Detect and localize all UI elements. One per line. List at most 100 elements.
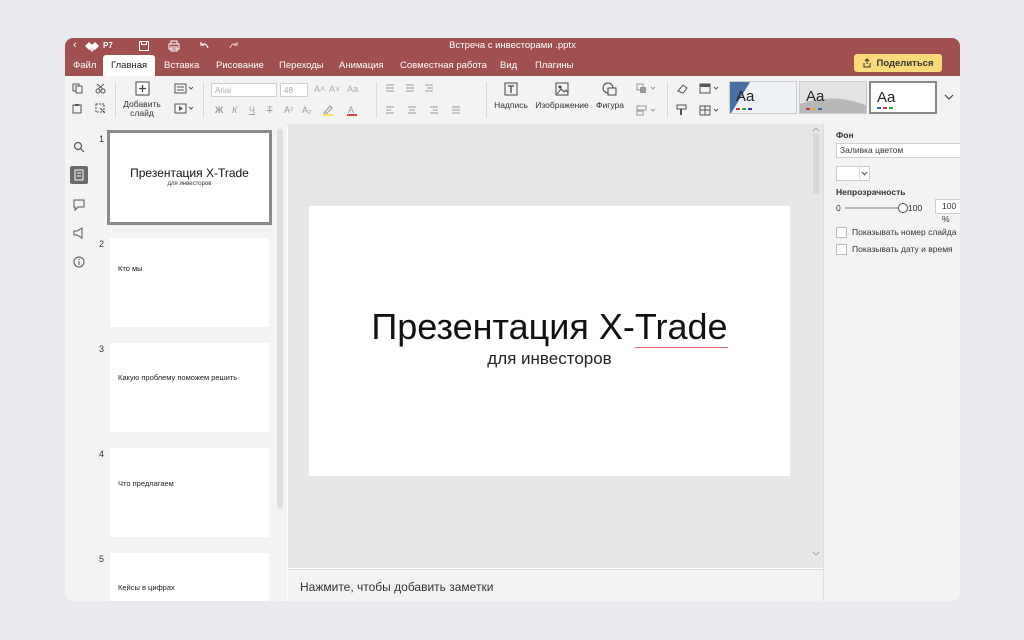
tab-insert[interactable]: Вставка xyxy=(156,55,207,76)
show-slide-number-checkbox[interactable] xyxy=(836,227,847,238)
document-title: Встреча с инвесторами .pptx xyxy=(449,40,576,51)
slide-title[interactable]: Презентация X-Trade xyxy=(309,306,790,348)
bold-button[interactable]: Ж xyxy=(215,105,223,115)
share-label: Поделиться xyxy=(876,57,934,69)
subscript-button[interactable]: A₂ xyxy=(302,105,312,115)
shape-label[interactable]: Фигура xyxy=(589,101,631,110)
tab-view[interactable]: Вид xyxy=(492,55,525,76)
share-icon xyxy=(863,58,871,68)
thumb-text: Какую проблему поможем решить xyxy=(118,373,238,382)
theme-3[interactable]: Aa xyxy=(869,81,937,114)
slide-thumb-1[interactable]: Презентация X-Trade для инвесторов xyxy=(107,130,272,225)
thumbnails-scrollbar[interactable] xyxy=(277,129,283,509)
opacity-input[interactable]: 100 % xyxy=(935,199,960,224)
underline-button[interactable]: Ч xyxy=(249,105,255,115)
font-size-select[interactable]: 48 xyxy=(280,83,308,97)
slide-thumb-4[interactable]: Что предлагаем xyxy=(110,448,269,537)
slide-title-part2: Trade xyxy=(634,306,728,348)
slide-thumb-5[interactable]: Кейсы в цифрах xyxy=(110,553,269,601)
show-date-time-label: Показывать дату и время xyxy=(852,244,953,254)
notes-placeholder: Нажмите, чтобы добавить заметки xyxy=(300,580,494,594)
slide-number: 2 xyxy=(99,239,105,249)
add-slide-icon[interactable] xyxy=(135,81,150,96)
image-icon[interactable] xyxy=(555,82,569,96)
current-slide[interactable]: Презентация X-Trade для инвесторов xyxy=(309,206,790,476)
superscript-button[interactable]: A² xyxy=(284,105,293,115)
announcement-icon[interactable] xyxy=(70,224,88,242)
info-icon[interactable] xyxy=(70,253,88,271)
opacity-slider-handle[interactable] xyxy=(898,203,908,213)
background-header: Фон xyxy=(836,130,854,140)
copy-icon[interactable] xyxy=(72,83,83,94)
theme-2[interactable]: Aa xyxy=(799,81,867,114)
slide-size-icon[interactable] xyxy=(699,83,721,94)
highlight-icon[interactable] xyxy=(322,104,334,116)
slide-thumb-2[interactable]: Кто мы xyxy=(110,238,269,327)
tab-file[interactable]: Файл xyxy=(65,55,104,76)
title-bar: ‹ Р7 Встреча с инвесторами .pptx xyxy=(65,38,960,55)
chevron-down-icon xyxy=(861,171,868,176)
decrease-font-icon[interactable]: A˅ xyxy=(329,84,340,94)
text-box-label[interactable]: Надпись xyxy=(488,101,534,110)
cut-icon[interactable] xyxy=(95,83,106,94)
theme-3-label: Aa xyxy=(877,89,896,106)
shape-icon[interactable] xyxy=(602,82,617,96)
opacity-header: Непрозрачность xyxy=(836,187,906,197)
tab-home[interactable]: Главная xyxy=(103,55,156,76)
font-name-select[interactable]: Arial xyxy=(211,83,277,97)
theme-1-label: Aa xyxy=(736,88,755,105)
comments-icon[interactable] xyxy=(70,196,88,214)
app-window: ‹ Р7 Встреча с инвесторами .pptx Файл Гл xyxy=(65,38,960,601)
tab-collaboration[interactable]: Совместная работа xyxy=(392,55,495,76)
clear-style-icon[interactable] xyxy=(676,83,688,94)
slide-thumbnails: 1 Презентация X-Trade для инвесторов 2 К… xyxy=(93,124,287,601)
list-controls-icon[interactable] xyxy=(385,83,441,94)
tab-draw[interactable]: Рисование xyxy=(208,55,272,76)
format-painter-icon[interactable] xyxy=(676,104,688,116)
search-icon[interactable] xyxy=(70,138,88,156)
add-slide-label[interactable]: Добавить слайд xyxy=(121,100,163,118)
thumb-subtitle: для инвесторов xyxy=(167,181,212,187)
canvas-scrollbar[interactable] xyxy=(812,128,820,558)
show-slide-number-label: Показывать номер слайда xyxy=(852,227,957,237)
thumb-text: Кто мы xyxy=(118,264,143,273)
thumb-text: Что предлагаем xyxy=(118,479,174,488)
slides-panel-icon[interactable] xyxy=(70,166,88,184)
image-label[interactable]: Изображение xyxy=(533,101,591,110)
layout-icon[interactable] xyxy=(174,83,194,94)
svg-text:A: A xyxy=(348,105,354,115)
slide-settings-icon[interactable] xyxy=(699,105,721,116)
strikethrough-button[interactable]: Т xyxy=(267,105,273,115)
tab-animation[interactable]: Анимация xyxy=(331,55,392,76)
italic-button[interactable]: К xyxy=(232,105,237,115)
theme-2-label: Aa xyxy=(806,88,825,105)
opacity-slider-track[interactable] xyxy=(845,207,902,209)
arrange-icon[interactable] xyxy=(636,83,658,94)
fill-type-select[interactable]: Заливка цветом xyxy=(836,143,960,158)
text-box-icon[interactable] xyxy=(504,82,518,96)
tab-plugins[interactable]: Плагины xyxy=(527,55,582,76)
align-objects-icon[interactable] xyxy=(636,105,658,116)
thumb-title: Презентация X-Trade xyxy=(130,166,249,180)
slide-number: 5 xyxy=(99,554,105,564)
slideshow-icon[interactable] xyxy=(174,103,194,114)
change-case-button[interactable]: Aa xyxy=(347,84,358,94)
fill-color-picker[interactable] xyxy=(836,166,870,181)
tab-transitions[interactable]: Переходы xyxy=(271,55,332,76)
show-date-time-checkbox[interactable] xyxy=(836,244,847,255)
increase-font-icon[interactable]: A˄ xyxy=(314,84,325,94)
theme-1[interactable]: Aa xyxy=(729,81,797,114)
slide-number: 3 xyxy=(99,344,105,354)
align-controls-icon[interactable] xyxy=(385,105,475,116)
font-color-icon[interactable]: A xyxy=(346,104,358,116)
slide-subtitle[interactable]: для инвесторов xyxy=(309,349,790,369)
slide-settings-panel: Фон Заливка цветом Непрозрачность 0 100 … xyxy=(823,124,960,601)
chevron-down-icon[interactable] xyxy=(944,93,954,101)
slide-thumb-3[interactable]: Какую проблему поможем решить xyxy=(110,343,269,432)
share-button[interactable]: Поделиться xyxy=(854,54,942,72)
left-rail xyxy=(65,124,94,601)
notes-area[interactable]: Нажмите, чтобы добавить заметки xyxy=(288,569,823,601)
select-all-icon[interactable] xyxy=(95,103,106,114)
slide-title-part1: Презентация X- xyxy=(371,306,635,347)
paste-icon[interactable] xyxy=(72,103,83,114)
